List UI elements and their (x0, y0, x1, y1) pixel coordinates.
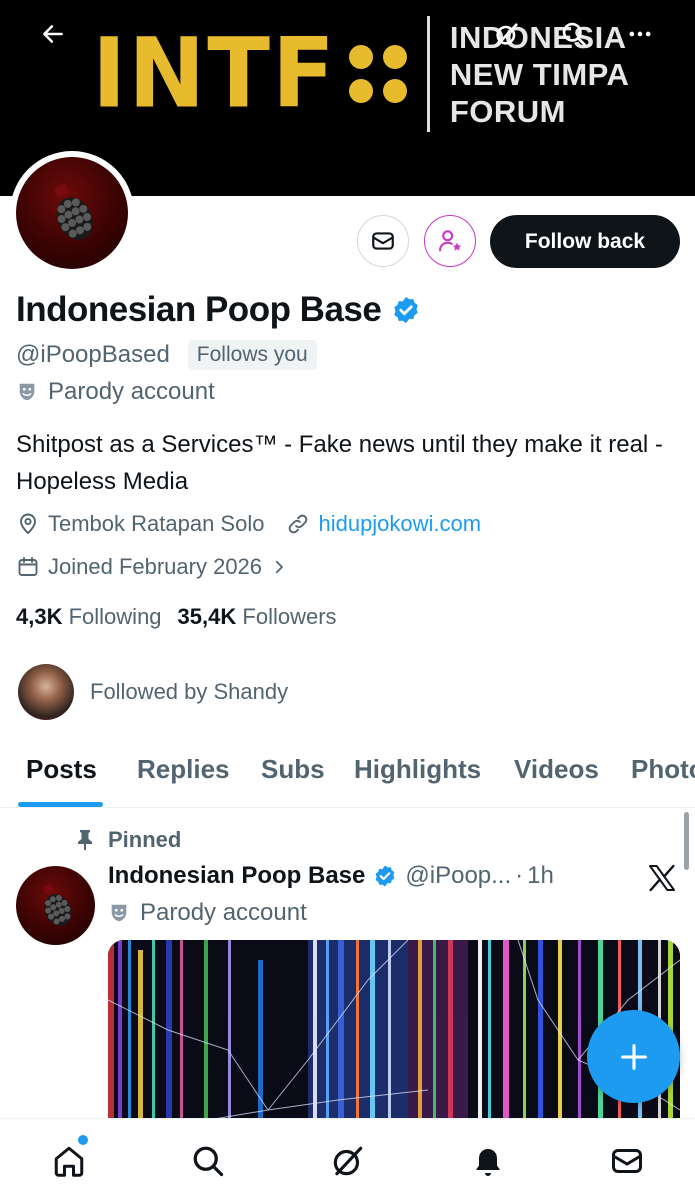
mail-icon (372, 232, 394, 250)
banner-logo: INTF INDONESIA NEW TIMPA FORUM (92, 14, 629, 134)
follows-you-badge: Follows you (187, 340, 317, 370)
grok-icon (496, 23, 518, 45)
profile-tabs: Posts Replies Subs Highlights Videos Pho… (0, 740, 695, 808)
verified-badge-icon (375, 865, 395, 887)
back-button[interactable] (33, 14, 73, 54)
nav-messages[interactable] (605, 1139, 649, 1183)
banner-logo-words: INDONESIA NEW TIMPA FORUM (450, 19, 630, 130)
following-count: 4,3K (16, 604, 63, 629)
banner-logo-divider (426, 16, 430, 132)
followers-label: Followers (242, 604, 337, 629)
calendar-icon (18, 557, 38, 576)
profile-display-name: Indonesian Poop Base (16, 290, 382, 329)
post-author-name[interactable]: Indonesian Poop Base (108, 862, 365, 890)
subscribe-button[interactable] (424, 215, 476, 267)
grok-button[interactable] (487, 14, 527, 54)
post-parody-label: Parody account (140, 899, 307, 926)
scrollbar[interactable] (684, 812, 689, 870)
nav-search[interactable] (186, 1139, 230, 1183)
profile-joined: Joined February 2026 (48, 554, 263, 579)
verified-badge-icon[interactable] (391, 295, 421, 325)
person-star-icon (439, 230, 462, 252)
search-icon (562, 22, 586, 46)
avatar-grenade-icon (42, 883, 71, 926)
nav-home[interactable] (47, 1139, 91, 1183)
pin-icon (78, 830, 92, 850)
tab-replies[interactable]: Replies (137, 754, 230, 785)
profile-website-link[interactable]: hidupjokowi.com (318, 511, 481, 537)
profile-handle: @iPoopBased (16, 341, 170, 368)
home-icon (54, 1146, 84, 1177)
pinned-label: Pinned (108, 827, 182, 852)
banner-word-3: FORUM (449, 93, 566, 129)
profile-joined-row[interactable]: Joined February 2026 (16, 554, 288, 580)
avatar-image (16, 157, 128, 269)
tab-posts[interactable]: Posts (26, 754, 97, 785)
active-tab-indicator (18, 802, 103, 807)
banner-word-2: NEW TIMPA (449, 56, 630, 92)
parody-label-row[interactable]: Parody account (16, 378, 215, 406)
post-separator: · (515, 862, 524, 889)
tab-highlights[interactable]: Highlights (354, 754, 481, 785)
profile-meta-location-row: Tembok Ratapan Solo hidupjokowi.com (16, 511, 481, 537)
tab-subs[interactable]: Subs (261, 754, 325, 785)
theater-mask-icon (111, 904, 127, 922)
grok-icon (333, 1146, 363, 1176)
parody-label: Parody account (48, 378, 215, 405)
more-icon (629, 31, 651, 37)
messages-icon (612, 1149, 642, 1173)
compose-post-button[interactable] (587, 1010, 680, 1103)
post-time[interactable]: 1h (527, 862, 554, 890)
theater-mask-icon (19, 383, 35, 401)
profile-bio: Shitpost as a Services™ - Fake news unti… (16, 431, 663, 495)
followers-count: 35,4K (177, 604, 237, 629)
x-logo-icon (649, 864, 675, 892)
post-author-handle: @iPoop... (405, 862, 512, 889)
followers-stat[interactable]: 35,4K Followers (178, 604, 337, 630)
follow-back-button[interactable]: Follow back (490, 215, 680, 268)
more-button[interactable] (620, 14, 660, 54)
banner-logo-mark: INTF (92, 17, 337, 130)
nav-notifications[interactable] (466, 1139, 510, 1183)
x-logo-button[interactable] (646, 862, 678, 899)
profile-name-row: Indonesian Poop Base (16, 290, 421, 330)
banner-logo-dots (348, 45, 407, 103)
tab-photos[interactable]: Photos (631, 754, 695, 785)
link-icon (289, 514, 308, 534)
followed-by-text: Followed by Shandy (90, 679, 289, 704)
post-author-avatar[interactable] (16, 866, 95, 945)
profile-stats: 4,3K Following 35,4K Followers (16, 604, 337, 630)
nav-grok[interactable] (326, 1139, 370, 1183)
profile-avatar[interactable] (10, 151, 134, 275)
plus-icon (620, 1043, 647, 1070)
home-notification-dot (78, 1135, 88, 1145)
profile-handle-row: @iPoopBased Follows you (16, 340, 317, 370)
notifications-icon (476, 1149, 500, 1176)
following-stat[interactable]: 4,3K Following (16, 604, 162, 630)
banner-word-1: INDONESIA (449, 19, 627, 55)
following-label: Following (68, 604, 162, 629)
message-button[interactable] (357, 215, 409, 267)
follower-avatar (18, 664, 74, 720)
bottom-navigation (0, 1118, 695, 1200)
post-parody-row: Parody account (108, 899, 307, 927)
arrow-left-icon (43, 25, 63, 43)
pinned-indicator: Pinned (76, 827, 181, 853)
post-header: Indonesian Poop Base @iPoop... · 1h (108, 862, 554, 890)
location-pin-icon (20, 513, 36, 535)
chevron-right-icon (275, 560, 283, 574)
profile-location: Tembok Ratapan Solo (48, 511, 265, 536)
followed-by-row[interactable]: Followed by Shandy (18, 664, 288, 720)
search-icon (193, 1146, 224, 1177)
tab-videos[interactable]: Videos (514, 754, 599, 785)
search-button[interactable] (554, 14, 594, 54)
avatar-grenade-icon (54, 183, 93, 240)
